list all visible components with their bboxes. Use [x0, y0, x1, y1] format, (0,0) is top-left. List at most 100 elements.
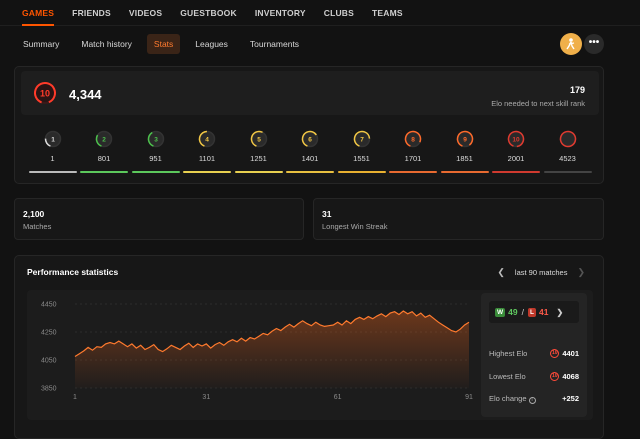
nav-teams[interactable]: TEAMS: [372, 0, 403, 26]
x-tick-label: 31: [202, 394, 210, 401]
elo-needed-value: 179: [569, 85, 585, 95]
win-streak-stat: 31 Longest Win Streak: [313, 198, 604, 240]
highest-elo-row: Highest Elo 10 4401: [489, 349, 579, 358]
lowest-elo-label: Lowest Elo: [489, 372, 526, 381]
elo-value: 4,344: [69, 87, 102, 102]
tab-tournaments[interactable]: Tournaments: [243, 34, 306, 54]
skill-level-10: 10 2001: [491, 130, 542, 173]
win-loss-button[interactable]: W 49 / L 41 ❯: [489, 301, 579, 323]
matches-stat: 2,100 Matches: [14, 198, 304, 240]
svg-text:10: 10: [512, 137, 520, 144]
tab-match-history[interactable]: Match history: [74, 34, 139, 54]
highest-elo-label: Highest Elo: [489, 349, 528, 358]
elo-area-fill: [75, 311, 469, 388]
sub-navigation: Summary Match history Stats Leagues Tourname…: [0, 30, 640, 58]
win-streak-label: Longest Win Streak: [322, 222, 388, 231]
info-icon[interactable]: i: [528, 397, 536, 404]
skill-level-2: 2 801: [79, 130, 130, 173]
skill-level-icon: 6: [301, 130, 319, 148]
nav-clubs[interactable]: CLUBS: [324, 0, 354, 26]
y-tick-label: 3850: [41, 386, 57, 393]
skill-level-7: 7 1551: [336, 130, 387, 173]
nav-guestbook[interactable]: GUESTBOOK: [180, 0, 237, 26]
tab-leagues[interactable]: Leagues: [188, 34, 235, 54]
skill-level-4: 4 1101: [182, 130, 233, 173]
skill-level-bar: [286, 171, 334, 173]
svg-text:4: 4: [205, 137, 209, 144]
avatar[interactable]: [560, 33, 582, 55]
x-tick-label: 61: [334, 394, 342, 401]
skill-level-bar: [492, 171, 540, 173]
counter-strike-icon: [566, 38, 575, 50]
performance-panel: Performance statistics ❮ last 90 matches…: [14, 255, 604, 439]
svg-text:3: 3: [154, 137, 158, 144]
skill-level-icon: 2: [95, 130, 113, 148]
chevron-right-icon[interactable]: ❯: [577, 267, 585, 278]
skill-level-bar: [440, 171, 489, 173]
y-tick-label: 4450: [41, 302, 57, 309]
y-tick-label: 4050: [41, 358, 57, 365]
skill-level-icon: 10: [550, 372, 560, 381]
nav-videos[interactable]: VIDEOS: [129, 0, 162, 26]
skill-level-elo: 4523: [559, 154, 576, 163]
skill-level-bar: [131, 171, 180, 173]
chevron-right-icon: ❯: [556, 307, 564, 317]
skill-level-bar: [389, 171, 437, 173]
tab-stats[interactable]: Stats: [146, 34, 181, 54]
elo-change-label: Elo change: [489, 394, 527, 403]
matches-label: Matches: [23, 222, 52, 231]
svg-text:2: 2: [102, 137, 106, 144]
skill-level-10-icon: 10: [33, 81, 57, 105]
svg-text:8: 8: [411, 137, 415, 144]
skill-level-bar: [28, 171, 77, 173]
skill-level-icon: 3: [147, 130, 164, 148]
win-badge: W: [495, 307, 506, 317]
skill-level-elo: 1101: [198, 154, 216, 163]
wins-count: 49: [508, 307, 518, 317]
win-loss-separator: /: [521, 307, 524, 317]
nav-inventory[interactable]: INVENTORY: [255, 0, 306, 26]
skill-level-icon: 4: [198, 130, 216, 148]
skill-level-bar: [234, 171, 283, 173]
elo-change-value: +252: [562, 394, 579, 403]
skill-level-3: 3 951: [130, 130, 181, 173]
elo-change-row: Elo change i +252: [489, 394, 579, 404]
skill-level-elo: 2001: [507, 154, 525, 163]
skill-level-icon: 7: [353, 130, 370, 148]
elo-needed-label: Elo needed to next skill rank: [491, 99, 585, 108]
skill-level-elo: 1851: [456, 154, 473, 163]
highest-elo-value: 4401: [562, 349, 579, 358]
win-streak-value: 31: [322, 209, 332, 219]
matches-value: 2,100: [23, 209, 45, 219]
top-navigation: GAMES FRIENDS VIDEOS GUESTBOOK INVENTORY CLUB…: [0, 0, 640, 26]
skill-level-bar: [183, 171, 231, 173]
svg-text:1: 1: [51, 137, 55, 144]
more-options-button[interactable]: •••: [584, 34, 604, 54]
svg-text:6: 6: [308, 137, 312, 144]
chevron-left-icon[interactable]: ❮: [497, 267, 505, 278]
nav-games[interactable]: GAMES: [22, 0, 55, 26]
skill-level-icon: 5: [250, 130, 267, 148]
svg-text:9: 9: [463, 137, 467, 144]
skill-level-6: 6 1401: [285, 130, 336, 173]
nav-friends[interactable]: FRIENDS: [72, 0, 111, 26]
skill-level-elo: 951: [149, 154, 162, 163]
skill-level-elo: 1551: [353, 154, 370, 163]
skill-level-bar: [337, 171, 386, 173]
skill-level-elo: 1: [50, 154, 55, 163]
elo-header: 10 4,344 179 Elo needed to next skill ra…: [21, 71, 599, 115]
lowest-elo-value: 4068: [562, 372, 579, 381]
x-tick-label: 91: [465, 394, 473, 401]
tab-summary[interactable]: Summary: [16, 34, 66, 54]
svg-text:10: 10: [40, 89, 50, 99]
skill-level-icon: 1: [44, 130, 61, 148]
loss-badge: L: [527, 307, 536, 317]
skill-level-bar: [543, 171, 592, 173]
lowest-elo-row: Lowest Elo 10 4068: [489, 372, 579, 381]
skill-level-icon: [559, 130, 576, 148]
skill-level-icon: 8: [404, 130, 422, 148]
losses-count: 41: [538, 307, 549, 317]
skill-level-bar: [80, 171, 128, 173]
svg-text:7: 7: [360, 137, 364, 144]
match-summary-panel: W 49 / L 41 ❯ Highest Elo 10 4401 Lowest …: [481, 293, 587, 417]
